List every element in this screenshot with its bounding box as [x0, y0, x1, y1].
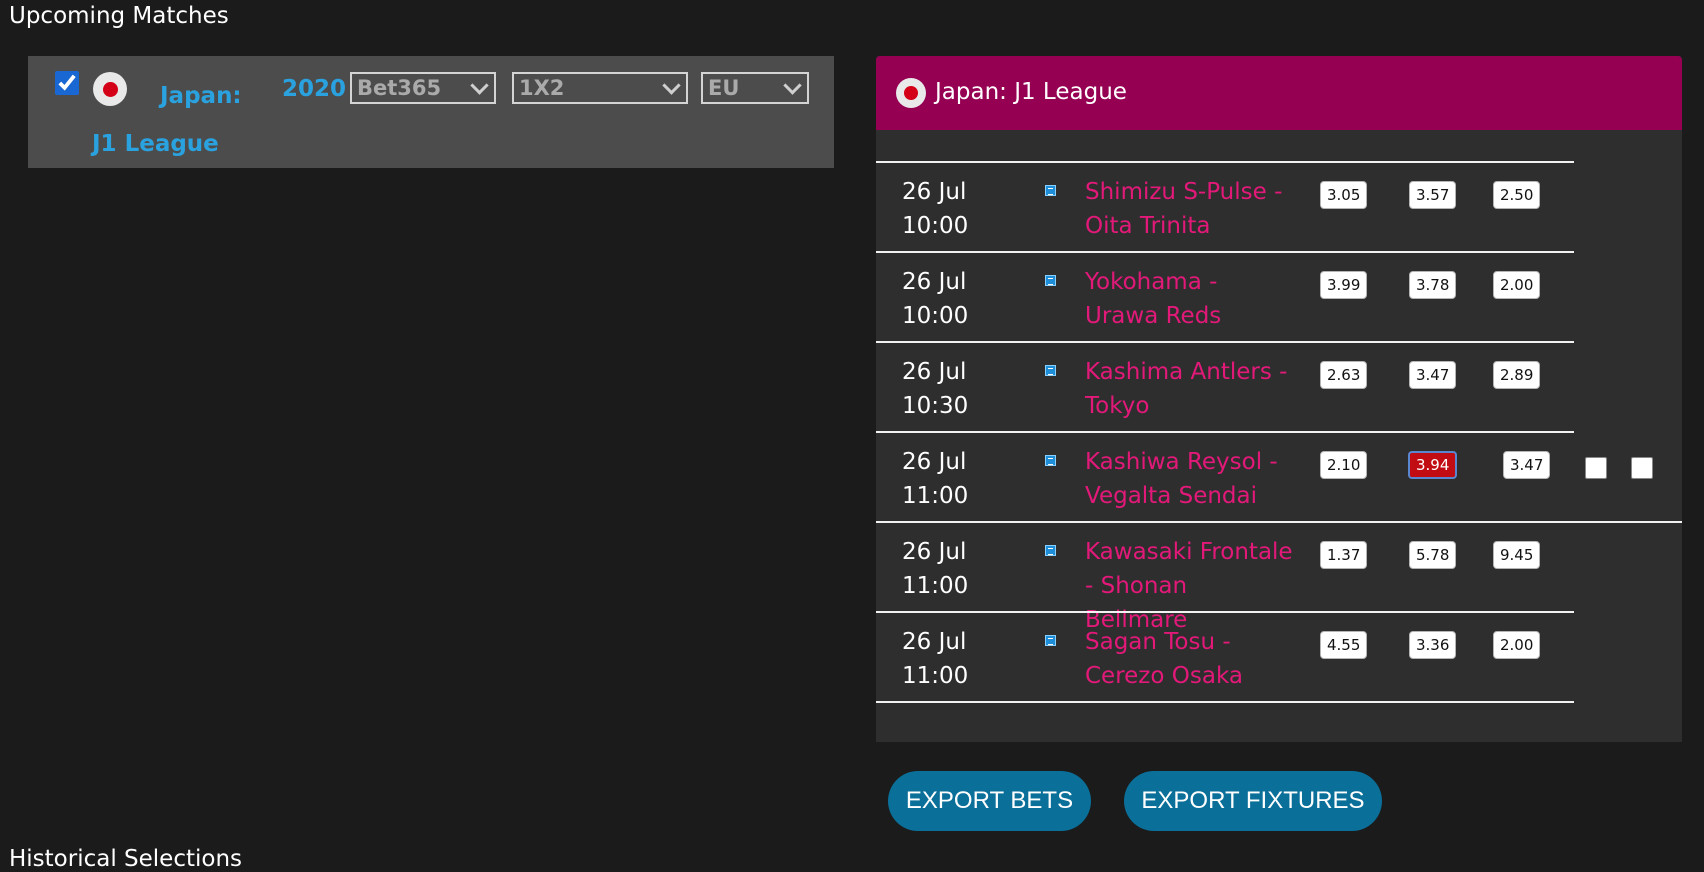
row-checkbox[interactable]: [1585, 457, 1607, 479]
match-row: 26 Jul 10:30 Kashima Antlers - Tokyo 2.63 3.…: [876, 343, 1682, 433]
home-odds-button[interactable]: 3.05: [1320, 181, 1368, 209]
stats-icon[interactable]: [1045, 455, 1056, 466]
home-odds-button[interactable]: 4.55: [1320, 631, 1368, 659]
market-select[interactable]: 1X2: [512, 72, 688, 104]
odds-format-value: EU: [708, 76, 740, 100]
chevron-down-icon: [662, 76, 681, 95]
away-odds-button[interactable]: 2.89: [1493, 361, 1541, 389]
historical-selections-heading: Historical Selections: [9, 846, 243, 872]
draw-odds-button[interactable]: 3.78: [1409, 271, 1457, 299]
match-datetime: 26 Jul 10:00: [902, 269, 969, 329]
league-checkbox[interactable]: [55, 71, 79, 95]
home-odds-button[interactable]: 2.10: [1320, 451, 1368, 479]
odds-format-select[interactable]: EU: [701, 72, 809, 104]
market-value: 1X2: [519, 76, 565, 100]
away-odds-button[interactable]: 2.00: [1493, 631, 1541, 659]
match-datetime: 26 Jul 11:00: [902, 449, 969, 509]
bookmaker-value: Bet365: [357, 76, 442, 100]
season-label[interactable]: 2020: [282, 72, 346, 106]
draw-odds-button[interactable]: 3.94: [1408, 451, 1458, 479]
match-teams-link[interactable]: Sagan Tosu - Cerezo Osaka: [1085, 625, 1295, 693]
away-odds-button[interactable]: 3.47: [1503, 451, 1551, 479]
match-row: 26 Jul 11:00 Kashiwa Reysol - Vegalta Send…: [876, 433, 1682, 523]
export-fixtures-button[interactable]: EXPORT FIXTURES: [1124, 771, 1382, 831]
match-datetime: 26 Jul 11:00: [902, 539, 969, 599]
bookmaker-select[interactable]: Bet365: [350, 72, 496, 104]
match-row: 26 Jul 11:00 Sagan Tosu - Cerezo Osaka 4.55…: [876, 613, 1682, 703]
match-teams-link[interactable]: Shimizu S-Pulse - Oita Trinita: [1085, 175, 1295, 243]
row-checkbox[interactable]: [1631, 457, 1653, 479]
match-row: 26 Jul 11:00 Kawasaki Frontale - Shonan Be…: [876, 523, 1682, 633]
match-teams-link[interactable]: Kashima Antlers - Tokyo: [1085, 355, 1295, 423]
draw-odds-button[interactable]: 3.47: [1409, 361, 1457, 389]
stats-icon[interactable]: [1045, 545, 1056, 556]
match-datetime: 26 Jul 10:00: [902, 179, 969, 239]
panel-header: Japan: J1 League: [876, 56, 1682, 130]
league-name-link[interactable]: Japan: J1 League: [92, 72, 242, 168]
chevron-down-icon: [470, 76, 489, 95]
stats-icon[interactable]: [1045, 635, 1056, 646]
match-datetime: 26 Jul 11:00: [902, 629, 969, 689]
match-teams-link[interactable]: Yokohama - Urawa Reds: [1085, 265, 1295, 333]
match-list-panel: Japan: J1 League 10:00Hiroshima - Nagoya…: [876, 56, 1682, 742]
panel-title: Japan: J1 League: [935, 79, 1127, 105]
away-odds-button[interactable]: 9.45: [1493, 541, 1541, 569]
page-heading: Upcoming Matches: [9, 3, 229, 29]
home-odds-button[interactable]: 1.37: [1320, 541, 1368, 569]
match-datetime: 26 Jul 10:30: [902, 359, 969, 419]
chevron-down-icon: [783, 76, 802, 95]
home-odds-button[interactable]: 3.99: [1320, 271, 1368, 299]
match-row: 26 Jul 10:00 Yokohama - Urawa Reds 3.99 3.78…: [876, 253, 1682, 343]
draw-odds-button[interactable]: 3.36: [1409, 631, 1457, 659]
stats-icon[interactable]: [1045, 185, 1056, 196]
japan-flag-icon: [896, 78, 926, 108]
home-odds-button[interactable]: 2.63: [1320, 361, 1368, 389]
away-odds-button[interactable]: 2.00: [1493, 271, 1541, 299]
row-divider: [876, 701, 1574, 703]
league-filter-panel: Japan: J1 League 2020 Bet365 1X2 EU: [28, 56, 834, 168]
match-teams-link[interactable]: Kashiwa Reysol - Vegalta Sendai: [1085, 445, 1295, 513]
draw-odds-button[interactable]: 5.78: [1409, 541, 1457, 569]
away-odds-button[interactable]: 2.50: [1493, 181, 1541, 209]
match-row: 26 Jul 10:00 Shimizu S-Pulse - Oita Trinit…: [876, 163, 1682, 253]
draw-odds-button[interactable]: 3.57: [1409, 181, 1457, 209]
export-bets-button[interactable]: EXPORT BETS: [888, 771, 1091, 831]
stats-icon[interactable]: [1045, 275, 1056, 286]
stats-icon[interactable]: [1045, 365, 1056, 376]
